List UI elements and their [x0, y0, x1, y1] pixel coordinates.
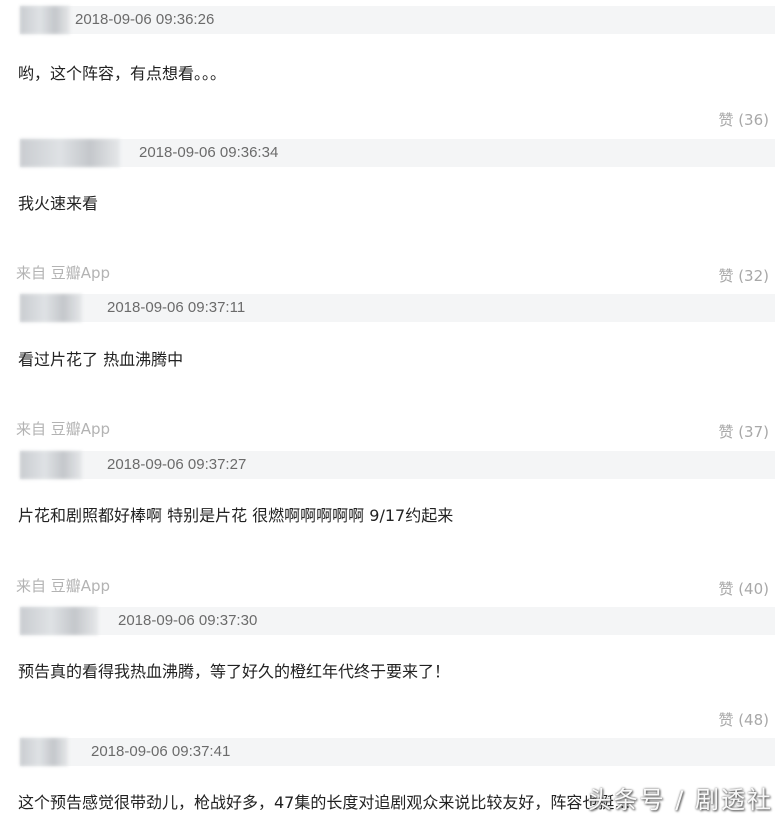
comment-meta: 2018-09-06 09:37:41 [20, 738, 775, 766]
avatar[interactable] [20, 294, 82, 322]
comment-timestamp: 2018-09-06 09:37:30 [118, 612, 258, 629]
watermark: 头条号 / 剧透社 [587, 786, 773, 814]
comment-meta: 2018-09-06 09:37:11 [20, 294, 775, 322]
comment-meta: 2018-09-06 09:37:27 [20, 451, 775, 479]
comment-meta: 2018-09-06 09:37:30 [20, 607, 775, 635]
comment-source: 来自 豆瓣App [16, 577, 111, 595]
comment-text: 看过片花了 热血沸腾中 [18, 350, 184, 369]
comment-text: 这个预告感觉很带劲儿，枪战好多，47集的长度对追剧观众来说比较友好，阵容也挺… [18, 793, 631, 812]
comment-timestamp: 2018-09-06 09:36:34 [139, 144, 279, 161]
avatar[interactable] [20, 139, 120, 167]
like-button[interactable]: 赞 (37) [718, 421, 769, 442]
comment-meta: 2018-09-06 09:36:26 [20, 6, 775, 34]
like-button[interactable]: 赞 (40) [718, 578, 769, 599]
avatar[interactable] [20, 607, 98, 635]
comment-source: 来自 豆瓣App [16, 264, 111, 282]
comment-text: 我火速来看 [18, 194, 99, 213]
avatar[interactable] [20, 6, 70, 34]
avatar[interactable] [20, 451, 82, 479]
like-button[interactable]: 赞 (32) [718, 265, 769, 286]
like-button[interactable]: 赞 (48) [718, 709, 769, 730]
like-button[interactable]: 赞 (36) [718, 109, 769, 130]
comment-meta: 2018-09-06 09:36:34 [20, 139, 775, 167]
comment-timestamp: 2018-09-06 09:37:41 [91, 743, 231, 760]
comment-text: 预告真的看得我热血沸腾，等了好久的橙红年代终于要来了！ [18, 662, 451, 681]
avatar[interactable] [20, 738, 68, 766]
comment-timestamp: 2018-09-06 09:37:11 [107, 299, 246, 316]
comment-text: 片花和剧照都好棒啊 特别是片花 很燃啊啊啊啊啊 9/17约起来 [18, 506, 454, 525]
comment-timestamp: 2018-09-06 09:37:27 [107, 456, 247, 473]
comment-timestamp: 2018-09-06 09:36:26 [75, 11, 215, 28]
comment-text: 哟，这个阵容，有点想看。。。 [18, 64, 227, 83]
comment-source: 来自 豆瓣App [16, 420, 111, 438]
